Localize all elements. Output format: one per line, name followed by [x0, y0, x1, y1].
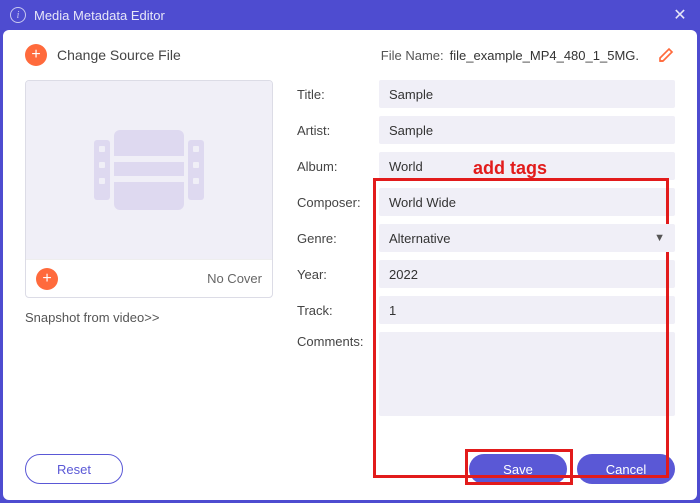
- header-row: + Change Source File File Name: file_exa…: [3, 30, 697, 76]
- cover-column: + No Cover Snapshot from video>>: [25, 80, 273, 416]
- genre-field[interactable]: [379, 224, 675, 252]
- footer: Reset Save Cancel: [3, 438, 697, 500]
- change-source-label: Change Source File: [57, 47, 381, 63]
- label-track: Track:: [297, 303, 375, 318]
- edit-icon[interactable]: [657, 46, 675, 64]
- change-source-button[interactable]: +: [25, 44, 47, 66]
- composer-field[interactable]: [379, 188, 675, 216]
- content-panel: + Change Source File File Name: file_exa…: [3, 30, 697, 500]
- title-field[interactable]: [379, 80, 675, 108]
- artist-field[interactable]: [379, 116, 675, 144]
- annotation-add-tags: add tags: [473, 158, 547, 179]
- label-album: Album:: [297, 159, 375, 174]
- window: i Media Metadata Editor ✕ + Change Sourc…: [0, 0, 700, 503]
- form-area: add tags: [3, 76, 697, 438]
- window-title: Media Metadata Editor: [34, 8, 670, 23]
- cancel-button[interactable]: Cancel: [577, 454, 675, 484]
- comments-field[interactable]: [379, 332, 675, 416]
- label-comments: Comments:: [297, 332, 375, 349]
- label-title: Title:: [297, 87, 375, 102]
- fields-column: Title: Artist: Album: Composer: Genre: ▼: [297, 80, 675, 416]
- form-grid: Title: Artist: Album: Composer: Genre: ▼: [297, 80, 675, 416]
- cover-box: + No Cover: [25, 80, 273, 298]
- label-artist: Artist:: [297, 123, 375, 138]
- video-placeholder-icon: [94, 130, 204, 210]
- label-genre: Genre:: [297, 231, 375, 246]
- track-field[interactable]: [379, 296, 675, 324]
- genre-select[interactable]: ▼: [379, 224, 675, 252]
- filename-value: file_example_MP4_480_1_5MG.: [450, 48, 639, 63]
- titlebar: i Media Metadata Editor ✕: [0, 0, 700, 30]
- filename-label: File Name:: [381, 48, 444, 63]
- cover-preview: [26, 81, 272, 259]
- cover-footer: + No Cover: [26, 259, 272, 297]
- close-icon[interactable]: ✕: [670, 5, 690, 25]
- info-icon: i: [10, 7, 26, 23]
- save-button[interactable]: Save: [469, 454, 567, 484]
- year-field[interactable]: [379, 260, 675, 288]
- label-year: Year:: [297, 267, 375, 282]
- no-cover-label: No Cover: [68, 271, 262, 286]
- add-cover-button[interactable]: +: [36, 268, 58, 290]
- snapshot-link[interactable]: Snapshot from video>>: [25, 310, 273, 325]
- label-composer: Composer:: [297, 195, 375, 210]
- reset-button[interactable]: Reset: [25, 454, 123, 484]
